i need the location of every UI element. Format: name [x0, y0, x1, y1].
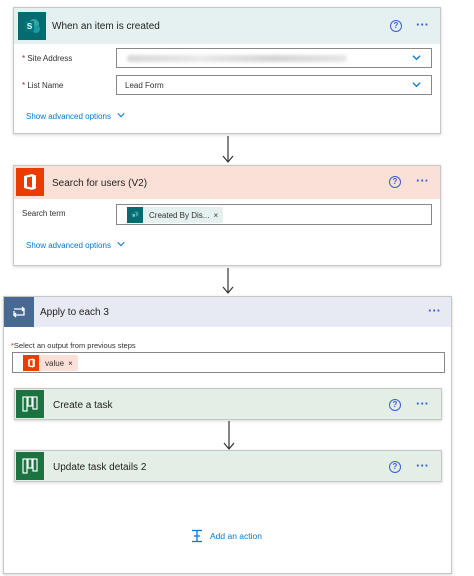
chevron-down-icon: [117, 242, 125, 247]
help-icon[interactable]: ?: [389, 399, 401, 411]
more-options-icon[interactable]: ···: [416, 397, 429, 410]
trigger-title: When an item is created: [52, 21, 160, 32]
list-name-value: Lead Form: [125, 81, 164, 90]
search-term-label: Search term: [22, 209, 66, 218]
show-advanced-options-link[interactable]: Show advanced options: [26, 111, 125, 121]
select-output-input[interactable]: value ×: [12, 352, 445, 373]
search-users-title: Search for users (V2): [52, 178, 148, 189]
list-name-label: * List Name: [22, 81, 64, 90]
apply-to-each-header[interactable]: Apply to each 3 ···: [4, 297, 451, 327]
token-label: value: [45, 358, 65, 368]
trigger-card: S When an item is created ? ··· * Site A…: [13, 7, 441, 134]
flow-arrow: [222, 268, 234, 294]
token-label: Created By Dis...: [149, 210, 210, 220]
office365-icon: [16, 168, 44, 196]
search-users-card: Search for users (V2) ? ··· Search term …: [13, 165, 441, 266]
select-output-label: *Select an output from previous steps: [11, 341, 136, 350]
search-users-header[interactable]: Search for users (V2) ? ···: [14, 166, 440, 199]
loop-icon: [4, 297, 34, 327]
chevron-down-icon: [117, 113, 125, 118]
site-address-dropdown[interactable]: [116, 48, 432, 68]
more-options-icon[interactable]: ···: [416, 174, 429, 187]
chevron-down-icon[interactable]: [412, 80, 421, 89]
more-options-icon[interactable]: ···: [416, 18, 429, 31]
apply-to-each-title: Apply to each 3: [40, 307, 109, 318]
sharepoint-icon: S: [127, 207, 143, 223]
planner-icon: [16, 390, 44, 418]
flow-arrow: [222, 136, 234, 163]
create-task-card[interactable]: Create a task ? ···: [14, 388, 442, 420]
update-task-card[interactable]: Update task details 2 ? ···: [14, 450, 442, 482]
add-action-label[interactable]: Add an action: [210, 531, 262, 541]
planner-icon: [16, 452, 44, 480]
show-advanced-options-link[interactable]: Show advanced options: [26, 240, 125, 250]
token-remove-icon[interactable]: ×: [213, 211, 218, 220]
sharepoint-icon: S: [18, 12, 46, 40]
help-icon[interactable]: ?: [389, 176, 401, 188]
site-address-value-blurred: [127, 55, 347, 62]
add-action-icon: [192, 529, 202, 543]
site-address-label: * Site Address: [22, 54, 73, 63]
office365-icon: [23, 355, 39, 371]
list-name-dropdown[interactable]: Lead Form: [116, 75, 432, 95]
trigger-header[interactable]: S When an item is created ? ···: [14, 8, 440, 44]
add-action-button[interactable]: Add an action: [190, 529, 262, 543]
svg-text:S: S: [132, 213, 135, 218]
apply-to-each-card: Apply to each 3 ··· *Select an output fr…: [3, 296, 452, 574]
more-options-icon[interactable]: ···: [416, 459, 429, 472]
more-options-icon[interactable]: ···: [428, 304, 441, 317]
search-term-input[interactable]: S Created By Dis... ×: [116, 204, 432, 225]
help-icon[interactable]: ?: [389, 461, 401, 473]
created-by-token[interactable]: S Created By Dis... ×: [127, 207, 224, 223]
chevron-down-icon[interactable]: [412, 53, 421, 62]
update-task-title: Update task details 2: [53, 462, 147, 473]
create-task-title: Create a task: [53, 400, 113, 411]
flow-arrow: [223, 421, 235, 450]
svg-text:S: S: [27, 22, 33, 31]
value-token[interactable]: value ×: [23, 355, 78, 371]
help-icon[interactable]: ?: [390, 20, 402, 32]
token-remove-icon[interactable]: ×: [68, 359, 73, 368]
